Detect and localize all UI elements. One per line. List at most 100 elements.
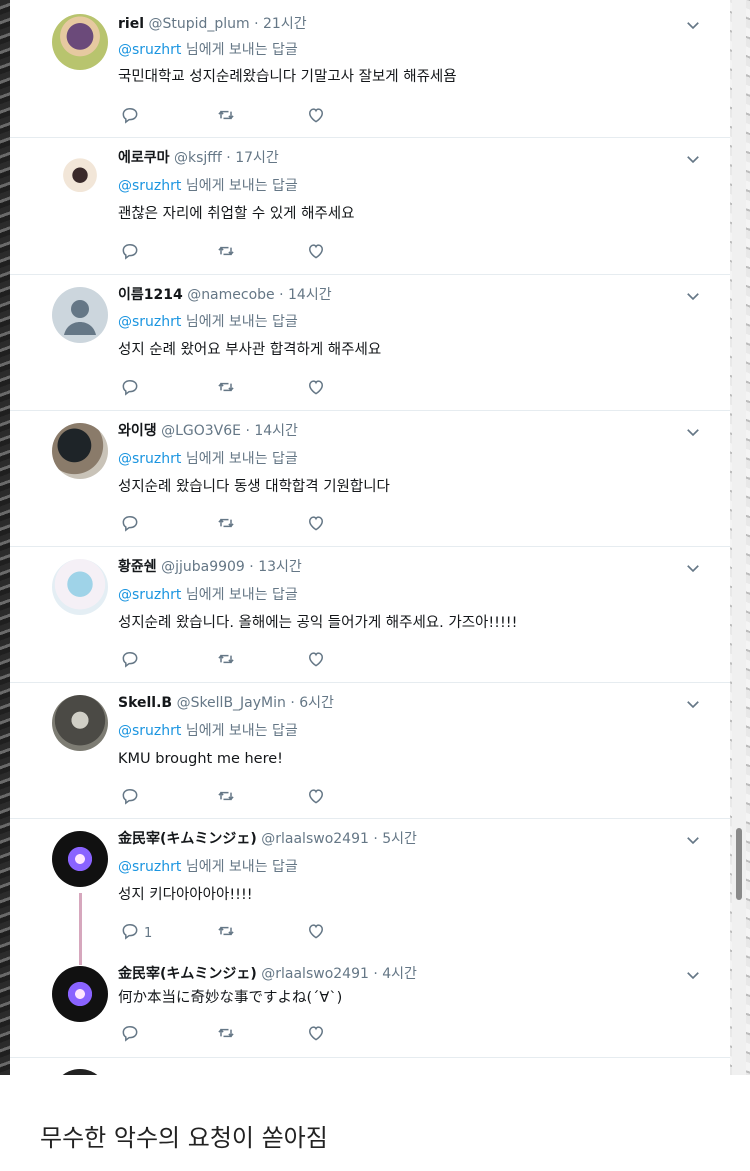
retweet-button[interactable] xyxy=(216,106,236,128)
tweet-text: 성지 키다아아아아!!!! xyxy=(118,887,253,903)
caret-down-icon[interactable] xyxy=(684,831,702,849)
reply-button[interactable] xyxy=(120,514,144,536)
retweet-button[interactable] xyxy=(216,1024,236,1046)
retweet-button[interactable] xyxy=(216,378,236,400)
reply-icon xyxy=(120,1023,140,1047)
timestamp[interactable]: 4시간 xyxy=(382,966,417,982)
reply-mention-link[interactable]: @sruzhrt xyxy=(118,178,181,194)
timestamp[interactable]: 13시간 xyxy=(258,559,302,575)
reply-icon xyxy=(120,377,140,401)
like-button[interactable] xyxy=(306,787,326,809)
tweet-header: 황쥰쉔 @jjuba9909 · 13시간 xyxy=(118,557,302,577)
caret-down-icon[interactable] xyxy=(684,695,702,713)
like-button[interactable] xyxy=(306,514,326,536)
avatar[interactable] xyxy=(52,966,108,1022)
retweet-button[interactable] xyxy=(216,514,236,536)
timestamp[interactable]: 5시간 xyxy=(382,831,417,847)
timestamp[interactable]: 14시간 xyxy=(254,423,298,439)
scrollbar-thumb[interactable] xyxy=(736,828,742,900)
tweet-text: 국민대학교 성지순례왔습니다 기말고사 잘보게 해쥬세욤 xyxy=(118,69,457,85)
reply-tweet: 金民宰(キムミンジェ) @rlaalswo2491 · 5시간 @sruzhrt … xyxy=(10,818,730,965)
retweet-button[interactable] xyxy=(216,922,236,944)
reply-button[interactable]: 1 xyxy=(120,922,152,944)
caret-down-icon[interactable] xyxy=(684,16,702,34)
tweet-actions xyxy=(120,514,350,536)
display-name[interactable]: Skell.B xyxy=(118,695,172,711)
like-icon xyxy=(306,786,326,810)
caret-down-icon[interactable] xyxy=(684,559,702,577)
reply-button[interactable] xyxy=(120,1024,144,1046)
retweet-button[interactable] xyxy=(216,787,236,809)
like-button[interactable] xyxy=(306,378,326,400)
scrollbar-track[interactable] xyxy=(732,0,746,1075)
avatar[interactable] xyxy=(52,14,108,70)
username-handle[interactable]: @LGO3V6E xyxy=(161,423,241,439)
separator: · xyxy=(241,423,255,439)
avatar[interactable] xyxy=(52,695,108,751)
reply-icon xyxy=(120,786,140,810)
like-button[interactable] xyxy=(306,1024,326,1046)
tweet-text: 何か本当に奇妙な事ですよね(´∀`) xyxy=(118,990,343,1006)
reply-mention-link[interactable]: @sruzhrt xyxy=(118,42,181,58)
caret-down-icon[interactable] xyxy=(684,423,702,441)
display-name[interactable]: 金民宰(キムミンジェ) xyxy=(118,831,257,847)
tweet-header: 金民宰(キムミンジェ) @rlaalswo2491 · 5시간 xyxy=(118,829,417,849)
display-name[interactable]: 金民宰(キムミンジェ) xyxy=(118,966,257,982)
reply-tweet: 이름1214 @namecobe · 14시간 @sruzhrt 님에게 보내는 … xyxy=(10,274,730,411)
reply-icon xyxy=(120,649,140,673)
display-name[interactable]: 에로쿠마 xyxy=(118,150,170,166)
reply-button[interactable] xyxy=(120,106,144,128)
username-handle[interactable]: @SkellB_JayMin xyxy=(177,695,286,711)
reply-button[interactable] xyxy=(120,378,144,400)
username-handle[interactable]: @namecobe xyxy=(187,287,274,303)
timestamp[interactable]: 14시간 xyxy=(288,287,332,303)
tweet-header: riel @Stupid_plum · 21시간 xyxy=(118,14,307,34)
reply-mention-link[interactable]: @sruzhrt xyxy=(118,859,181,875)
timestamp[interactable]: 17시간 xyxy=(235,150,279,166)
like-button[interactable] xyxy=(306,650,326,672)
reply-mention-link[interactable]: @sruzhrt xyxy=(118,451,181,467)
retweet-button[interactable] xyxy=(216,650,236,672)
like-button[interactable] xyxy=(306,922,326,944)
retweet-button[interactable] xyxy=(216,242,236,264)
username-handle[interactable]: @jjuba9909 xyxy=(161,559,245,575)
reply-button[interactable] xyxy=(120,787,144,809)
reply-mention-link[interactable]: @sruzhrt xyxy=(118,723,181,739)
reply-mention-link[interactable]: @sruzhrt xyxy=(118,587,181,603)
timestamp[interactable]: 21시간 xyxy=(263,16,307,32)
caret-down-icon[interactable] xyxy=(684,150,702,168)
caret-down-icon[interactable] xyxy=(684,287,702,305)
caret-down-icon[interactable] xyxy=(684,966,702,984)
username-handle[interactable]: @rlaalswo2491 xyxy=(261,966,369,982)
avatar[interactable] xyxy=(52,423,108,479)
retweet-icon xyxy=(216,241,236,265)
reply-tweet: 金民宰(キムミンジェ) @rlaalswo2491 · 4시간 何か本当に奇妙な事… xyxy=(10,953,730,1058)
avatar[interactable] xyxy=(52,831,108,887)
username-handle[interactable]: @Stupid_plum xyxy=(148,16,249,32)
display-name[interactable]: 황쥰쉔 xyxy=(118,559,157,575)
retweet-icon xyxy=(216,1023,236,1047)
avatar[interactable] xyxy=(52,559,108,615)
display-name[interactable]: 와이댕 xyxy=(118,423,157,439)
avatar[interactable] xyxy=(52,150,108,206)
reply-button[interactable] xyxy=(120,242,144,264)
like-button[interactable] xyxy=(306,106,326,128)
timestamp[interactable]: 6시간 xyxy=(299,695,334,711)
display-name[interactable]: riel xyxy=(118,16,144,32)
tweet-text: 성지순례 왔습니다. 올해에는 공익 들어가게 해주세요. 가즈아!!!!! xyxy=(118,615,518,631)
username-handle[interactable]: @rlaalswo2491 xyxy=(261,831,369,847)
like-button[interactable] xyxy=(306,242,326,264)
tweet-actions xyxy=(120,1024,350,1046)
display-name[interactable]: 이름1214 xyxy=(118,287,183,303)
reply-button[interactable] xyxy=(120,650,144,672)
username-handle[interactable]: @ksjfff xyxy=(174,150,222,166)
reply-icon xyxy=(120,241,140,265)
reply-mention-link[interactable]: @sruzhrt xyxy=(118,314,181,330)
avatar[interactable] xyxy=(52,287,108,343)
reply-count: 1 xyxy=(144,925,153,941)
like-icon xyxy=(306,513,326,537)
avatar[interactable] xyxy=(52,1069,108,1075)
retweet-icon xyxy=(216,513,236,537)
reply-icon xyxy=(120,105,140,129)
tweet-header: 에로쿠마 @ksjfff · 17시간 xyxy=(118,148,279,168)
